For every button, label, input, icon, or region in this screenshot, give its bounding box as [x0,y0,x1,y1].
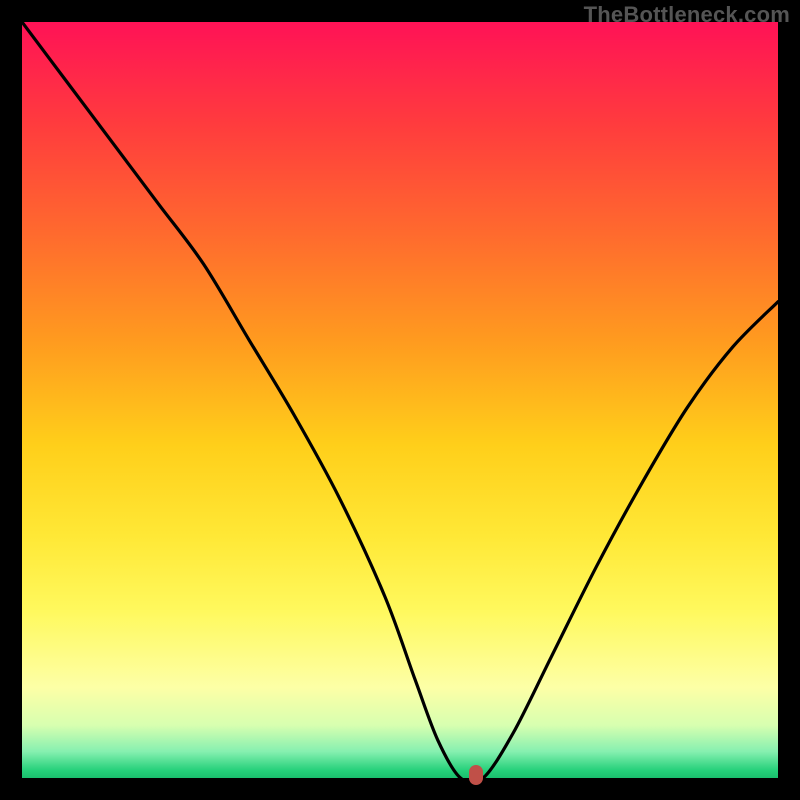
bottleneck-curve [22,22,778,778]
chart-frame: TheBottleneck.com [0,0,800,800]
plot-area [22,22,778,778]
watermark-text: TheBottleneck.com [584,2,790,28]
optimal-marker [469,765,483,785]
